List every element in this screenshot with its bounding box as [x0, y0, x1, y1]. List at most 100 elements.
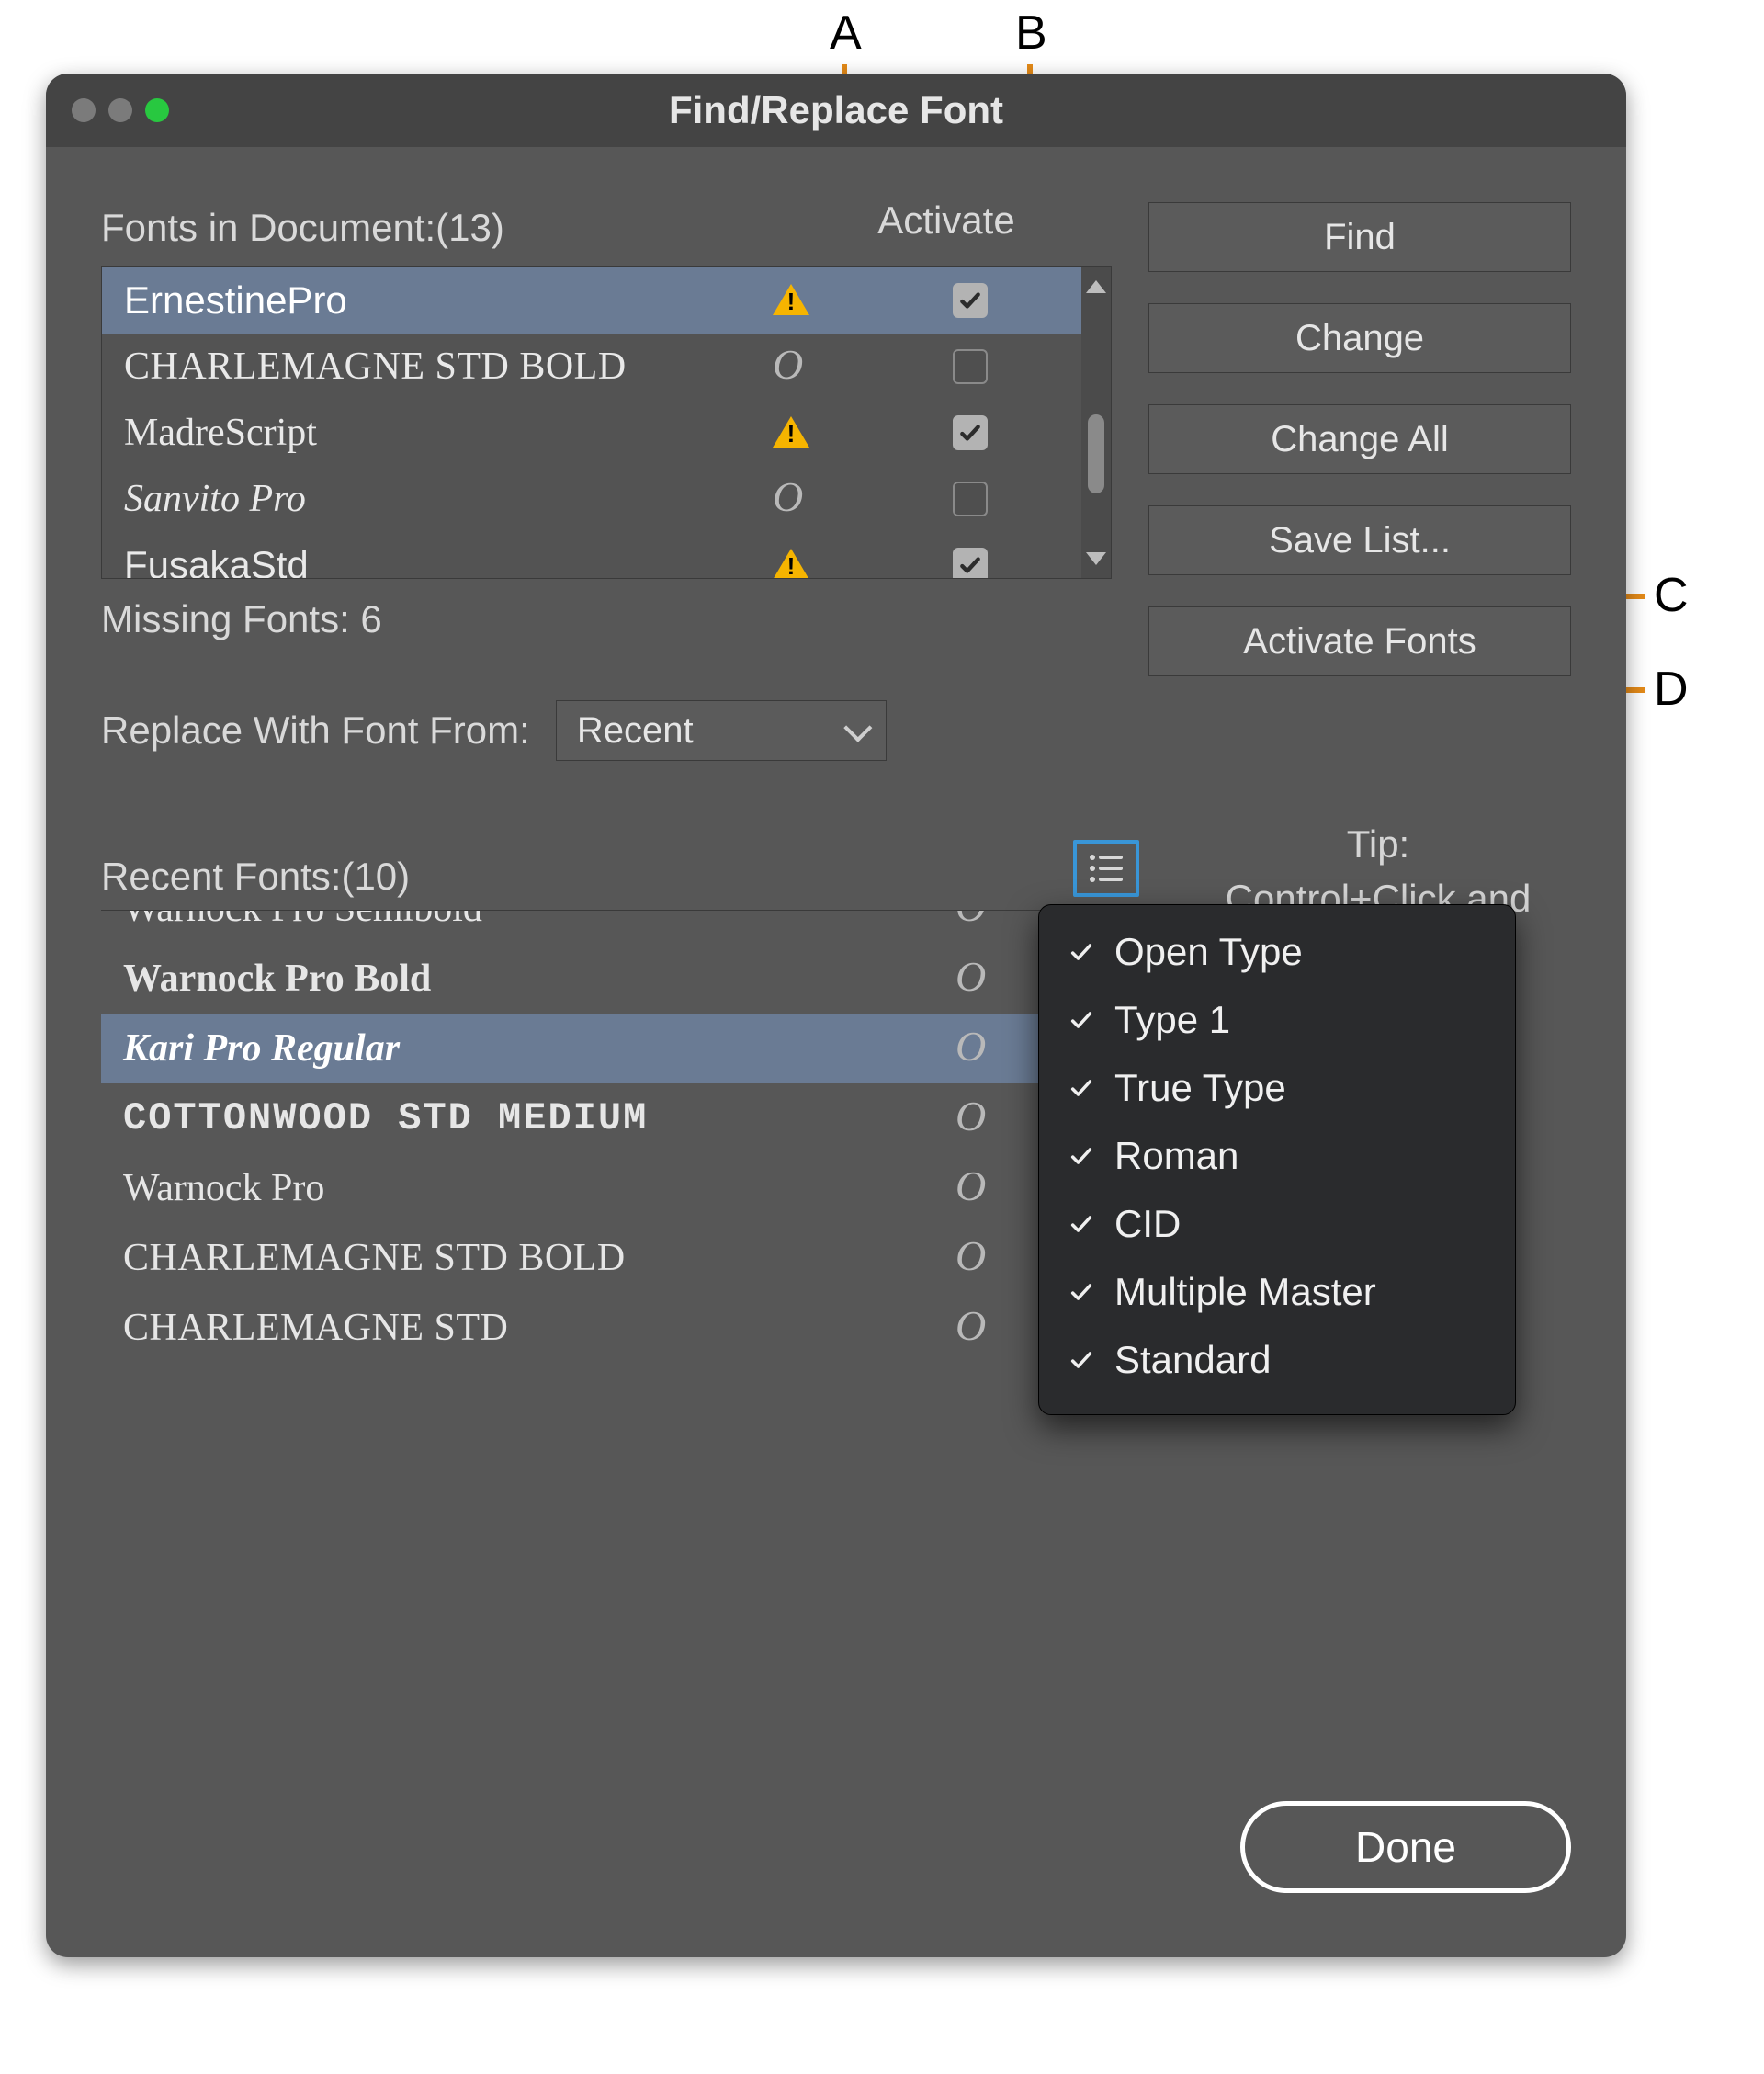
recent-font-row[interactable]: Warnock ProO: [101, 1153, 1112, 1223]
recent-font-row[interactable]: CHARLEMAGNE STD BOLDO: [101, 1223, 1112, 1293]
filter-menu-item[interactable]: CID: [1039, 1190, 1515, 1258]
recent-font-name: Warnock Pro Bold: [101, 957, 956, 1001]
font-row-name: CHARLEMAGNE STD BOLD: [102, 345, 773, 389]
replace-with-row: Replace With Font From: Recent: [101, 700, 887, 761]
checkmark-icon: [1067, 1209, 1096, 1239]
missing-fonts-label: Missing Fonts: 6: [101, 597, 382, 641]
filter-menu-item[interactable]: True Type: [1039, 1054, 1515, 1122]
font-row[interactable]: FusakaStd: [102, 532, 1083, 578]
recent-font-row[interactable]: Kari Pro RegularO: [101, 1014, 1112, 1083]
chevron-down-icon: [843, 714, 872, 742]
filter-menu-item[interactable]: Type 1: [1039, 986, 1515, 1054]
filter-menu-label: True Type: [1114, 1066, 1286, 1110]
find-replace-font-dialog: Find/Replace Font Fonts in Document:(13)…: [46, 74, 1626, 1957]
opentype-icon: O: [956, 956, 986, 998]
missing-font-warning-icon: [773, 282, 901, 319]
fonts-in-document-text: Fonts in Document:(13): [101, 206, 504, 250]
find-button[interactable]: Find: [1148, 202, 1571, 272]
dialog-title: Find/Replace Font: [46, 88, 1626, 132]
filter-menu-label: CID: [1114, 1202, 1181, 1246]
checkmark-icon: [1067, 1345, 1096, 1375]
callout-letter-C: C: [1654, 568, 1689, 623]
recent-font-name: COTTONWOOD STD MEDIUM: [101, 1096, 956, 1140]
recent-font-name: CHARLEMAGNE STD BOLD: [101, 1236, 956, 1280]
missing-font-warning-icon: [773, 547, 901, 578]
close-window-button[interactable]: [72, 98, 96, 122]
recent-font-row[interactable]: COTTONWOOD STD MEDIUMO: [101, 1083, 1112, 1153]
font-row[interactable]: CHARLEMAGNE STD BOLDO: [102, 334, 1083, 400]
font-row-name: FusakaStd: [102, 543, 773, 578]
tip-title: Tip:: [1176, 818, 1580, 872]
opentype-icon: O: [773, 478, 901, 520]
opentype-icon: O: [773, 346, 901, 388]
save-list-button[interactable]: Save List...: [1148, 505, 1571, 575]
recent-font-name: CHARLEMAGNE STD: [101, 1306, 956, 1350]
filter-menu-label: Type 1: [1114, 998, 1230, 1042]
opentype-icon: O: [956, 1165, 986, 1207]
filter-menu-item[interactable]: Multiple Master: [1039, 1258, 1515, 1326]
font-row[interactable]: Sanvito ProO: [102, 466, 1083, 532]
recent-font-name: Kari Pro Regular: [101, 1026, 956, 1071]
filter-list-icon: [1090, 856, 1123, 881]
opentype-icon: O: [956, 1305, 986, 1347]
font-type-filter-menu[interactable]: Open Type Type 1 True Type Roman CID Multiple…: [1038, 904, 1516, 1415]
scroll-up-arrow[interactable]: [1086, 275, 1106, 293]
activate-checkbox[interactable]: [953, 415, 988, 450]
font-row-name: MadreScript: [102, 411, 773, 455]
opentype-icon: O: [956, 910, 986, 928]
callout-letter-B: B: [1015, 6, 1047, 61]
checkmark-icon: [1067, 1073, 1096, 1103]
filter-menu-label: Standard: [1114, 1338, 1271, 1382]
font-row-name: ErnestinePro: [102, 278, 773, 323]
filter-menu-item[interactable]: Open Type: [1039, 918, 1515, 986]
fonts-in-document-label: Fonts in Document:(13): [101, 198, 504, 257]
checkmark-icon: [1067, 1277, 1096, 1307]
replace-source-value: Recent: [577, 710, 694, 752]
activate-checkbox[interactable]: [953, 349, 988, 384]
activate-checkbox[interactable]: [953, 548, 988, 578]
recent-fonts-list[interactable]: Warnock Pro SemiboldOWarnock Pro BoldOKa…: [101, 910, 1112, 1397]
done-button[interactable]: Done: [1240, 1801, 1571, 1893]
font-row[interactable]: MadreScript: [102, 400, 1083, 466]
missing-font-warning-icon: [773, 414, 901, 451]
activate-checkbox[interactable]: [953, 482, 988, 516]
checkmark-icon: [1067, 1141, 1096, 1171]
filter-menu-item[interactable]: Roman: [1039, 1122, 1515, 1190]
replace-source-select[interactable]: Recent: [556, 700, 887, 761]
recent-font-row[interactable]: Warnock Pro BoldO: [101, 944, 1112, 1014]
filter-menu-label: Roman: [1114, 1134, 1238, 1178]
change-all-button[interactable]: Change All: [1148, 404, 1571, 474]
titlebar: Find/Replace Font: [46, 74, 1626, 147]
font-row-name: Sanvito Pro: [102, 477, 773, 521]
recent-font-name: Warnock Pro: [101, 1166, 956, 1210]
filter-menu-label: Open Type: [1114, 930, 1303, 974]
callout-letter-A: A: [830, 6, 862, 61]
activate-checkbox[interactable]: [953, 283, 988, 318]
font-row[interactable]: ErnestinePro: [102, 267, 1083, 334]
filter-menu-label: Multiple Master: [1114, 1270, 1376, 1314]
checkmark-icon: [1067, 1005, 1096, 1035]
activate-fonts-button[interactable]: Activate Fonts: [1148, 606, 1571, 676]
recent-font-row[interactable]: Warnock Pro SemiboldO: [101, 910, 1112, 944]
action-button-column: Find Change Change All Save List... Acti…: [1148, 202, 1571, 676]
traffic-lights: [72, 98, 169, 122]
recent-fonts-label: Recent Fonts:(10): [101, 855, 410, 899]
scroll-down-arrow[interactable]: [1086, 552, 1106, 571]
zoom-window-button[interactable]: [145, 98, 169, 122]
recent-font-row[interactable]: CHARLEMAGNE STDO: [101, 1293, 1112, 1363]
opentype-icon: O: [956, 1026, 986, 1068]
change-button[interactable]: Change: [1148, 303, 1571, 373]
callout-letter-D: D: [1654, 662, 1689, 717]
filter-menu-item[interactable]: Standard: [1039, 1326, 1515, 1394]
font-type-filter-button[interactable]: [1073, 840, 1139, 897]
fonts-list-scrollbar[interactable]: [1081, 267, 1111, 578]
scrollbar-thumb[interactable]: [1088, 414, 1104, 493]
recent-font-name: Warnock Pro Semibold: [101, 910, 956, 931]
minimize-window-button[interactable]: [108, 98, 132, 122]
fonts-in-document-list[interactable]: ErnestineProCHARLEMAGNE STD BOLDOMadreSc…: [101, 266, 1112, 579]
checkmark-icon: [1067, 937, 1096, 967]
activate-column-header: Activate: [868, 198, 1024, 243]
replace-with-label: Replace With Font From:: [101, 708, 530, 753]
opentype-icon: O: [956, 1235, 986, 1277]
opentype-icon: O: [956, 1095, 986, 1138]
